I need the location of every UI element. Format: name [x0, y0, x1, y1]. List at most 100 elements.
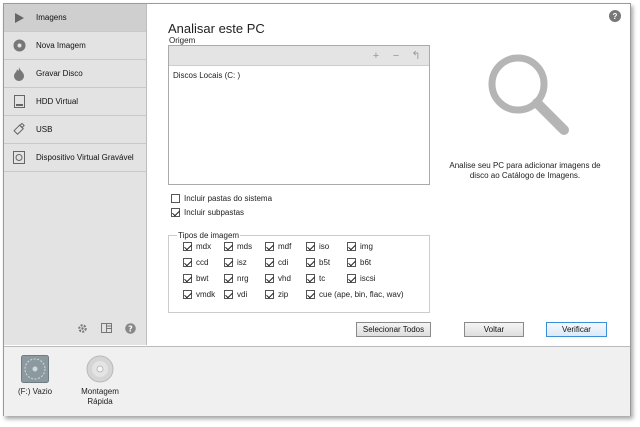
drive-f[interactable]: (F:) Vazio: [18, 355, 52, 397]
image-type-checkbox[interactable]: iscsi: [347, 274, 376, 283]
image-type-checkbox[interactable]: ccd: [183, 258, 208, 267]
checkbox[interactable]: [183, 258, 192, 267]
checkbox-label: iso: [319, 242, 330, 251]
image-types-label: Tipos de imagem: [177, 231, 241, 240]
sidebar-footer: ?: [76, 322, 136, 334]
image-type-checkbox[interactable]: cue (ape, bin, flac, wav): [306, 290, 403, 299]
list-item[interactable]: Discos Locais (C: ): [173, 71, 240, 80]
add-button[interactable]: +: [371, 50, 381, 62]
disc-icon: [86, 355, 114, 383]
checkbox-label: vhd: [278, 274, 291, 283]
page-title: Analisar este PC: [168, 21, 265, 36]
checkbox[interactable]: [224, 258, 233, 267]
checkbox-label: img: [360, 242, 373, 251]
remove-button[interactable]: −: [391, 50, 401, 62]
checkbox-label: vdi: [237, 290, 248, 299]
checkbox[interactable]: [306, 290, 315, 299]
image-type-checkbox[interactable]: zip: [265, 290, 288, 299]
image-type-checkbox[interactable]: tc: [306, 274, 325, 283]
image-type-checkbox[interactable]: vdi: [224, 290, 247, 299]
sidebar-item-label: Imagens: [36, 13, 67, 22]
sidebar-item-gravar-disco[interactable]: Gravar Disco: [4, 60, 146, 88]
checkbox-label: isz: [237, 258, 247, 267]
image-type-checkbox[interactable]: nrg: [224, 274, 249, 283]
magnifier-icon: [488, 54, 569, 135]
checkbox[interactable]: [347, 258, 356, 267]
undo-button[interactable]: ↰: [411, 50, 421, 62]
image-type-checkbox[interactable]: b5t: [306, 258, 330, 267]
image-type-checkbox[interactable]: mds: [224, 242, 252, 251]
flame-icon: [12, 66, 26, 81]
image-type-checkbox[interactable]: img: [347, 242, 373, 251]
image-types-group: Tipos de imagem mdx mds mdf iso img ccd isz cdi…: [168, 231, 430, 313]
checkbox-label: vmdk: [196, 290, 216, 299]
image-type-checkbox[interactable]: vhd: [265, 274, 291, 283]
checkbox[interactable]: [265, 258, 274, 267]
checkbox[interactable]: [306, 242, 315, 251]
image-type-checkbox[interactable]: iso: [306, 242, 329, 251]
checkbox-label: b6t: [360, 258, 372, 267]
sidebar-item-label: USB: [36, 125, 53, 134]
quick-mount[interactable]: Montagem Rápida: [72, 355, 128, 407]
checkbox-label: iscsi: [360, 274, 376, 283]
checkbox-label: zip: [278, 290, 289, 299]
checkbox-label: bwt: [196, 274, 209, 283]
image-type-checkbox[interactable]: mdx: [183, 242, 211, 251]
checkbox[interactable]: [224, 290, 233, 299]
drive-label: (F:) Vazio: [18, 387, 53, 396]
sidebar-item-dispositivo-virtual[interactable]: Dispositivo Virtual Gravável: [4, 144, 146, 172]
sidebar-item-imagens[interactable]: Imagens: [4, 4, 146, 32]
checkbox[interactable]: [224, 274, 233, 283]
include-subfolders-checkbox[interactable]: Incluir subpastas: [171, 208, 244, 217]
layout-icon[interactable]: [100, 322, 112, 334]
hdd-icon: [12, 95, 26, 109]
checkbox[interactable]: [183, 242, 192, 251]
empty-drive-icon: [21, 355, 50, 383]
checkbox[interactable]: [171, 194, 180, 203]
checkbox[interactable]: [265, 290, 274, 299]
checkbox[interactable]: [265, 274, 274, 283]
checkbox[interactable]: [183, 290, 192, 299]
app-window: Imagens Nova Imagem Gravar Disco HDD Vir…: [3, 3, 631, 416]
play-icon: [12, 11, 26, 25]
disc-icon: [12, 39, 26, 53]
include-system-checkbox[interactable]: Incluir pastas do sistema: [171, 194, 272, 203]
sidebar-item-label: Nova Imagem: [36, 41, 86, 50]
gear-icon[interactable]: [76, 322, 88, 334]
sidebar-item-hdd-virtual[interactable]: HDD Virtual: [4, 88, 146, 116]
checkbox[interactable]: [265, 242, 274, 251]
sidebar-item-usb[interactable]: USB: [4, 116, 146, 144]
checkbox-label: Incluir subpastas: [184, 208, 245, 217]
help-icon[interactable]: ?: [124, 322, 136, 334]
origin-toolbar: + − ↰: [169, 46, 429, 66]
checkbox-label: mdx: [196, 242, 212, 251]
sidebar: Imagens Nova Imagem Gravar Disco HDD Vir…: [4, 4, 147, 345]
info-text: Analise seu PC para adicionar imagens de…: [449, 161, 601, 180]
main-panel: Analisar este PC ? Origem + − ↰ Discos L…: [148, 4, 632, 345]
image-type-checkbox[interactable]: isz: [224, 258, 247, 267]
image-type-checkbox[interactable]: bwt: [183, 274, 208, 283]
checkbox-label: nrg: [237, 274, 249, 283]
checkbox-label: cdi: [278, 258, 289, 267]
checkbox-label: cue (ape, bin, flac, wav): [319, 290, 404, 299]
image-type-checkbox[interactable]: mdf: [265, 242, 291, 251]
checkbox[interactable]: [306, 274, 315, 283]
checkbox[interactable]: [306, 258, 315, 267]
image-type-checkbox[interactable]: b6t: [347, 258, 371, 267]
checkbox[interactable]: [347, 242, 356, 251]
drive-label: Montagem Rápida: [81, 387, 119, 406]
checkbox[interactable]: [224, 242, 233, 251]
select-all-button[interactable]: Selecionar Todos: [356, 322, 431, 337]
checkbox[interactable]: [183, 274, 192, 283]
image-type-checkbox[interactable]: cdi: [265, 258, 288, 267]
verify-button[interactable]: Verificar: [546, 322, 607, 337]
checkbox[interactable]: [171, 208, 180, 217]
back-button[interactable]: Voltar: [464, 322, 524, 337]
sidebar-item-label: HDD Virtual: [36, 97, 79, 106]
origin-list[interactable]: + − ↰ Discos Locais (C: ): [168, 45, 430, 185]
checkbox-label: Incluir pastas do sistema: [184, 194, 273, 203]
checkbox[interactable]: [347, 274, 356, 283]
image-type-checkbox[interactable]: vmdk: [183, 290, 215, 299]
sidebar-item-nova-imagem[interactable]: Nova Imagem: [4, 32, 146, 60]
help-icon[interactable]: ?: [609, 10, 621, 22]
